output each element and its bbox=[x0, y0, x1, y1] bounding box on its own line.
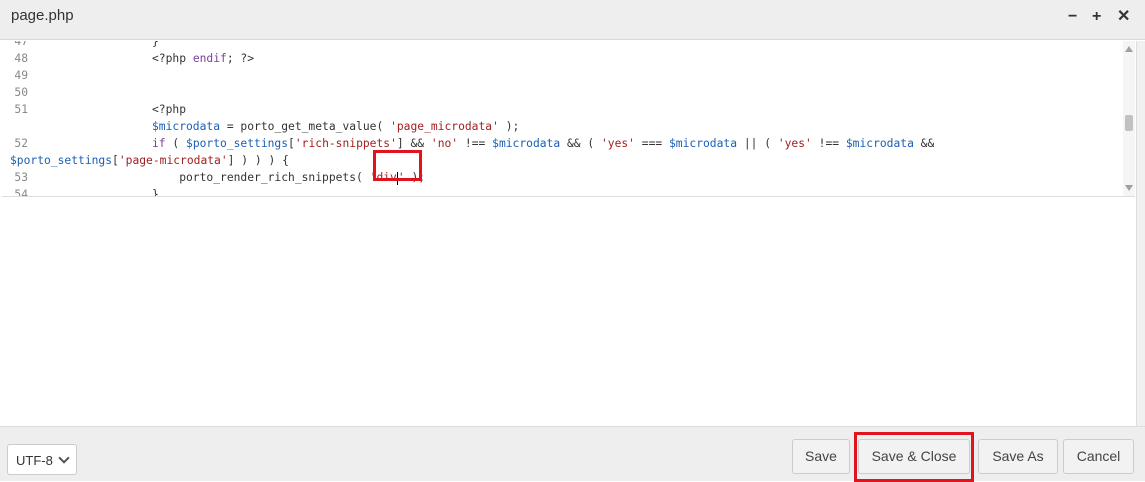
code-token: <?php bbox=[152, 103, 187, 116]
code-token: 'no' bbox=[430, 137, 459, 150]
title-bar: page.php − + ✕ bbox=[0, 0, 1145, 40]
code-token: 'page-microdata' bbox=[118, 154, 228, 167]
save-button[interactable]: Save bbox=[792, 439, 850, 474]
code-token: <?php bbox=[152, 52, 193, 65]
code-text: <?php endif; ?> bbox=[152, 50, 254, 67]
code-token: 'div bbox=[369, 171, 397, 184]
code-token: $porto_settings bbox=[10, 154, 113, 167]
code-token: endif bbox=[192, 52, 227, 65]
code-token: && bbox=[913, 137, 935, 150]
code-token: === bbox=[634, 137, 669, 150]
editor-scrollbar[interactable] bbox=[1123, 41, 1135, 196]
code-text: porto_render_rich_snippets( 'div' ); bbox=[152, 169, 425, 186]
line-number: 53 bbox=[14, 171, 28, 184]
line-number: 47 bbox=[14, 41, 28, 48]
cancel-button[interactable]: Cancel bbox=[1063, 439, 1134, 474]
code-token: $microdata bbox=[152, 120, 221, 133]
code-token: $microdata bbox=[669, 137, 738, 150]
code-token: !== bbox=[811, 137, 846, 150]
scroll-up-icon[interactable] bbox=[1125, 46, 1133, 52]
code-line: 51 <?php bbox=[2, 101, 1122, 118]
encoding-value: UTF-8 bbox=[16, 453, 53, 468]
code-token: ] ) ) ) { bbox=[227, 154, 289, 167]
code-token: if bbox=[152, 137, 166, 150]
maximize-icon[interactable]: + bbox=[1092, 8, 1101, 26]
code-token: = porto_get_meta_value( bbox=[220, 120, 391, 133]
code-token: $porto_settings bbox=[186, 137, 289, 150]
code-token: $microdata bbox=[845, 137, 914, 150]
code-text: } bbox=[152, 186, 159, 197]
code-line: 53 porto_render_rich_snippets( 'div' ); bbox=[2, 169, 1122, 186]
code-text: } bbox=[152, 41, 159, 50]
code-text: if ( $porto_settings['rich-snippets'] &&… bbox=[152, 135, 934, 152]
code-token: 'yes' bbox=[777, 137, 812, 150]
code-token: !== bbox=[458, 137, 493, 150]
line-number: 48 bbox=[14, 52, 28, 65]
code-token: } bbox=[152, 188, 159, 197]
code-token: 'page_microdata' bbox=[390, 120, 499, 133]
footer-bar: UTF-8 Save Save & Close Save As Cancel bbox=[0, 426, 1145, 482]
code-line: 49 bbox=[2, 67, 1122, 84]
code-token: $microdata bbox=[492, 137, 561, 150]
code-text: $porto_settings['page-microdata'] ) ) ) … bbox=[10, 152, 289, 169]
line-number: 49 bbox=[14, 69, 28, 82]
code-line: 50 bbox=[2, 84, 1122, 101]
code-line: 48 <?php endif; ?> bbox=[2, 50, 1122, 67]
code-token: porto_render_rich_snippets( bbox=[152, 171, 370, 184]
code-editor[interactable]: 47} 48 <?php endif; ?> 49 50 51 <?php $microdat… bbox=[2, 41, 1135, 197]
code-token: ( bbox=[165, 137, 187, 150]
code-token: } bbox=[152, 41, 159, 48]
line-number: 52 bbox=[14, 137, 28, 150]
encoding-select[interactable]: UTF-8 bbox=[7, 444, 77, 475]
code-token: || ( bbox=[737, 137, 778, 150]
code-token: ' bbox=[397, 171, 405, 184]
line-number: 54 bbox=[14, 188, 28, 197]
editor-empty-area bbox=[2, 197, 1135, 425]
save-as-button[interactable]: Save As bbox=[978, 439, 1058, 474]
code-line: 52 if ( $porto_settings['rich-snippets'] … bbox=[2, 135, 1122, 152]
code-token: ; ?> bbox=[226, 52, 255, 65]
line-number: 51 bbox=[14, 103, 28, 116]
code-text: <?php bbox=[152, 101, 186, 118]
code-token: ); bbox=[498, 120, 520, 133]
save-and-close-button[interactable]: Save & Close bbox=[858, 439, 970, 474]
code-line: $porto_settings['page-microdata'] ) ) ) … bbox=[2, 152, 1122, 169]
code-text: $microdata = porto_get_meta_value( 'page… bbox=[152, 118, 519, 135]
code-token: && ( bbox=[560, 137, 601, 150]
scroll-down-icon[interactable] bbox=[1125, 185, 1133, 191]
window-title: page.php bbox=[11, 7, 74, 24]
code-token: 'rich-snippets' bbox=[294, 137, 397, 150]
code-token: [ bbox=[288, 137, 295, 150]
code-token: ); bbox=[404, 171, 426, 184]
chevron-down-icon bbox=[58, 452, 70, 464]
line-number: 50 bbox=[14, 86, 28, 99]
window-resize-edge bbox=[1136, 41, 1145, 426]
code-line: 54} bbox=[2, 186, 1122, 197]
scroll-thumb[interactable] bbox=[1125, 115, 1133, 131]
minimize-icon[interactable]: − bbox=[1068, 8, 1077, 26]
code-line: 47} bbox=[2, 41, 1122, 50]
code-line: $microdata = porto_get_meta_value( 'page… bbox=[2, 118, 1122, 135]
close-icon[interactable]: ✕ bbox=[1117, 8, 1130, 26]
code-token: 'yes' bbox=[600, 137, 635, 150]
code-token: [ bbox=[112, 154, 119, 167]
code-token: ] && bbox=[396, 137, 431, 150]
